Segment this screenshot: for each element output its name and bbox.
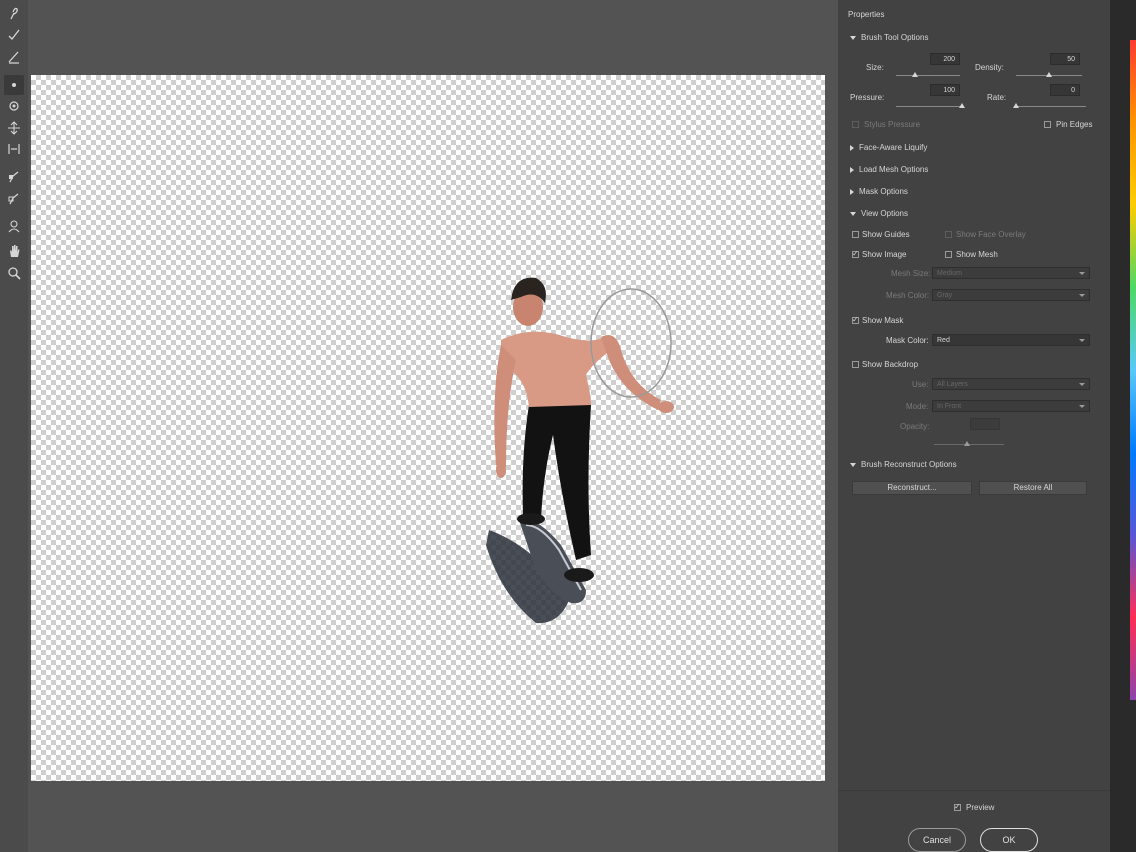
density-slider-thumb[interactable] [1046,72,1052,77]
section-view-options[interactable]: View Options [850,209,908,218]
chevron-down-icon [1079,294,1085,297]
size-slider-thumb[interactable] [912,72,919,77]
freeze-mask-tool-icon[interactable] [4,167,24,187]
push-left-tool-icon[interactable] [4,139,24,159]
section-mask-options[interactable]: Mask Options [850,187,908,196]
mask-color-select[interactable]: Red [932,334,1090,346]
collapsed-triangle-icon [850,166,854,173]
chevron-down-icon [1079,272,1085,275]
show-guides-checkbox[interactable] [852,231,859,238]
show-mesh-label: Show Mesh [956,250,998,259]
opacity-slider-thumb[interactable] [964,441,970,446]
properties-panel: Properties Brush Tool Options Size: 200 … [838,0,1110,852]
mesh-color-select[interactable]: Gray [932,289,1090,301]
show-mesh-checkbox[interactable] [945,251,952,258]
size-slider[interactable] [896,75,960,76]
pin-edges-label: Pin Edges [1056,120,1093,129]
pin-edges-checkbox[interactable] [1044,121,1051,128]
mesh-size-select[interactable]: Medium [932,267,1090,279]
pressure-slider[interactable] [896,106,962,107]
size-input[interactable]: 200 [930,53,960,65]
color-swatch-strip [1130,40,1136,700]
face-tool-icon[interactable] [4,216,24,236]
pressure-input[interactable]: 100 [930,84,960,96]
pucker-tool-icon[interactable] [4,96,24,116]
mesh-size-label: Mesh Size: [891,269,931,278]
restore-all-button[interactable]: Restore All [979,481,1087,495]
preview-label: Preview [966,803,995,812]
rate-slider-thumb[interactable] [1013,103,1019,108]
hand-tool-icon[interactable] [4,241,24,261]
smooth-tool-icon[interactable] [4,47,24,67]
rate-input[interactable]: 0 [1050,84,1080,96]
panel-title: Properties [848,10,885,19]
reconstruct-tool-icon[interactable] [4,25,24,45]
use-select[interactable]: All Layers [932,378,1090,390]
pressure-slider-thumb[interactable] [959,103,965,108]
chevron-down-icon [1079,339,1085,342]
liquify-toolbar [0,0,28,852]
stylus-pressure-checkbox[interactable] [852,121,859,128]
use-label: Use: [912,380,929,389]
expanded-triangle-icon [850,462,856,467]
chevron-down-icon [1079,383,1085,386]
image-canvas[interactable] [31,75,825,781]
mask-color-label: Mask Color: [886,336,929,345]
expanded-triangle-icon [850,35,856,40]
canvas-area [28,0,838,852]
pressure-label: Pressure: [850,93,885,102]
opacity-label: Opacity: [900,422,930,431]
section-brush-reconstruct-options[interactable]: Brush Reconstruct Options [850,460,957,469]
cancel-button[interactable]: Cancel [908,828,966,852]
density-input[interactable]: 50 [1050,53,1080,65]
show-image-label: Show Image [862,250,907,259]
size-label: Size: [866,63,884,72]
ok-button[interactable]: OK [980,828,1038,852]
rate-label: Rate: [987,93,1007,102]
opacity-input[interactable] [970,418,1000,430]
mode-label: Mode: [906,402,929,411]
section-load-mesh-options[interactable]: Load Mesh Options [850,165,928,174]
forward-warp-tool-icon[interactable] [4,3,24,23]
section-face-aware-liquify[interactable]: Face-Aware Liquify [850,143,927,152]
show-face-overlay-checkbox[interactable] [945,231,952,238]
show-guides-label: Show Guides [862,230,910,239]
skateboarder-image [486,277,674,624]
show-backdrop-checkbox[interactable] [852,361,859,368]
chevron-down-icon [1079,405,1085,408]
section-brush-tool-options[interactable]: Brush Tool Options [850,33,928,42]
show-mask-label: Show Mask [862,316,904,325]
collapsed-triangle-icon [850,144,854,151]
density-label: Density: [975,63,1004,72]
mesh-color-label: Mesh Color: [886,291,930,300]
show-face-overlay-label: Show Face Overlay [956,230,1026,239]
preview-checkbox[interactable] [954,802,961,811]
twirl-tool-icon[interactable] [4,75,24,95]
collapsed-triangle-icon [850,188,854,195]
rate-slider[interactable] [1016,106,1086,107]
reconstruct-button[interactable]: Reconstruct... [852,481,972,495]
mode-select[interactable]: In Front [932,400,1090,412]
thaw-mask-tool-icon[interactable] [4,189,24,209]
show-image-checkbox[interactable] [852,249,859,258]
show-mask-checkbox[interactable] [852,315,859,324]
bloat-tool-icon[interactable] [4,118,24,138]
show-backdrop-label: Show Backdrop [862,360,919,369]
footer-divider [838,790,1110,791]
zoom-tool-icon[interactable] [4,263,24,283]
stylus-pressure-label: Stylus Pressure [864,120,921,129]
expanded-triangle-icon [850,211,856,216]
